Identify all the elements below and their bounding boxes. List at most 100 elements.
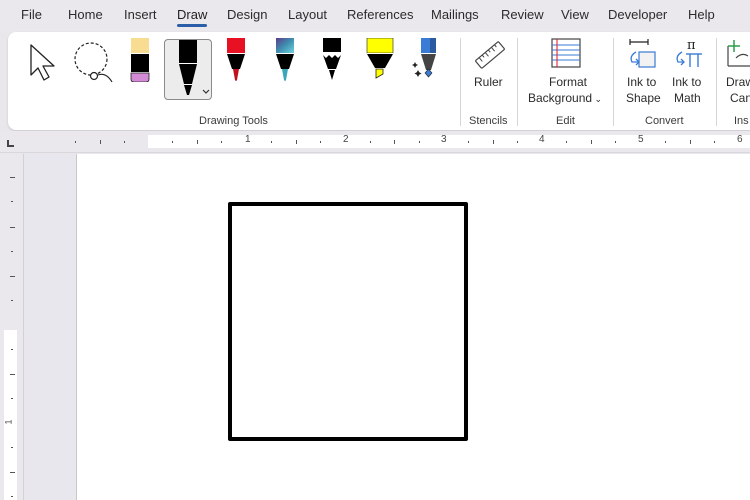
ruler-button[interactable]: Ruler	[470, 38, 510, 94]
ink-to-math-label-1: Ink to	[672, 75, 702, 89]
ruler-label: Ruler	[474, 75, 503, 89]
group-label-stencils: Stencils	[469, 115, 508, 127]
ruler-tick	[11, 349, 13, 350]
ruler-tick	[517, 141, 518, 143]
ruler-text-area	[4, 330, 17, 500]
tab-view[interactable]: View	[561, 7, 589, 22]
black-pencil-icon	[323, 38, 341, 80]
action-pen-icon	[412, 38, 436, 78]
ruler-tick	[172, 141, 173, 143]
ruler-tick	[690, 140, 691, 144]
ruler-number: 1	[245, 134, 251, 145]
select-pointer-icon	[30, 44, 55, 81]
tab-draw[interactable]: Draw	[177, 7, 208, 27]
tab-file[interactable]: File	[21, 7, 42, 22]
drawing-canvas-icon	[727, 40, 750, 67]
drawing-canvas-label-2: Can	[730, 91, 750, 105]
format-background-label-2: Background ⌄	[528, 90, 602, 107]
ruler-tick	[370, 141, 371, 143]
group-separator	[613, 38, 614, 126]
svg-text:π: π	[687, 38, 696, 53]
ruler-number: 5	[638, 134, 644, 145]
ruler-tick	[394, 140, 395, 144]
ruler-tick	[665, 141, 666, 143]
ruler-tick	[493, 140, 494, 144]
group-separator	[716, 38, 717, 126]
tab-home[interactable]: Home	[68, 7, 103, 22]
group-label-drawing-tools: Drawing Tools	[199, 115, 268, 127]
vertical-ruler[interactable]: 1	[0, 154, 24, 500]
ruler-tick	[11, 496, 13, 497]
ruler-tick	[11, 251, 13, 252]
ribbon-draw: Drawing Tools Ruler Stencils Format Back…	[8, 32, 750, 130]
red-pen-icon	[227, 38, 245, 81]
ink-square-drawing[interactable]	[228, 202, 468, 441]
eraser-icon	[130, 38, 150, 82]
group-label-insert: Ins	[734, 115, 749, 127]
yellow-highlighter-icon	[366, 38, 394, 79]
ruler-tick	[320, 141, 321, 143]
pencil-button[interactable]	[322, 38, 342, 84]
tab-help[interactable]: Help	[688, 7, 715, 22]
ruler-tick	[124, 141, 125, 143]
select-tool-button[interactable]	[28, 42, 60, 84]
ruler-tick	[615, 141, 616, 143]
page-margin-gutter	[24, 154, 77, 500]
ruler-tick	[100, 140, 101, 144]
ribbon-tabs: File Home Insert Draw Design Layout Refe…	[0, 0, 750, 32]
ink-to-math-button[interactable]: π Ink to Math	[668, 38, 708, 108]
drawing-canvas-button[interactable]: Draw Can	[724, 38, 750, 108]
ink-to-shape-button[interactable]: Ink to Shape	[622, 38, 662, 108]
galaxy-pen-icon	[276, 38, 294, 81]
ruler-tick	[10, 374, 15, 375]
highlighter-button[interactable]	[366, 38, 394, 84]
galaxy-pen-button[interactable]	[275, 38, 295, 84]
ruler-number: 6	[737, 134, 743, 145]
tab-stop-selector[interactable]	[7, 140, 14, 147]
group-label-edit: Edit	[556, 115, 575, 127]
ink-to-shape-label-1: Ink to	[627, 75, 657, 89]
drawing-canvas-label-1: Draw	[726, 75, 750, 89]
ruler-tick	[11, 201, 13, 202]
ruler-tick	[591, 140, 592, 144]
eraser-button[interactable]	[130, 38, 150, 82]
format-background-label-1: Format	[549, 75, 588, 89]
action-pen-button[interactable]	[412, 38, 440, 84]
ruler-number: 4	[539, 134, 545, 145]
lasso-select-button[interactable]	[72, 42, 116, 86]
ruler-tick	[75, 141, 76, 143]
ruler-tick	[221, 141, 222, 143]
ruler-icon	[475, 41, 505, 69]
ruler-tick	[11, 447, 13, 448]
ruler-text-area	[148, 135, 750, 148]
red-pen-button[interactable]	[226, 38, 246, 84]
black-pen-button[interactable]	[164, 39, 212, 100]
chevron-down-icon	[202, 89, 210, 94]
tab-developer[interactable]: Developer	[608, 7, 667, 22]
ruler-number: 2	[343, 134, 349, 145]
ruler-tick	[419, 141, 420, 143]
ruler-tick	[10, 227, 15, 228]
ink-to-math-label-2: Math	[674, 91, 701, 105]
tab-references[interactable]: References	[347, 7, 413, 22]
ruler-tick	[11, 300, 13, 301]
ruler-tick	[468, 141, 469, 143]
ruler-tick	[566, 141, 567, 143]
ruler-tick	[296, 140, 297, 144]
tab-review[interactable]: Review	[501, 7, 544, 22]
black-pen-icon	[179, 40, 210, 95]
ruler-tick	[10, 177, 15, 178]
tab-design[interactable]: Design	[227, 7, 267, 22]
tab-insert[interactable]: Insert	[124, 7, 157, 22]
ruler-tick	[10, 276, 15, 277]
ruler-number: 3	[441, 134, 447, 145]
ruler-number: 1	[3, 419, 14, 425]
group-separator	[517, 38, 518, 126]
tab-mailings[interactable]: Mailings	[431, 7, 479, 22]
format-background-button[interactable]: Format Background ⌄	[526, 38, 606, 108]
ink-to-shape-label-2: Shape	[626, 91, 661, 105]
tab-layout[interactable]: Layout	[288, 7, 327, 22]
format-background-text: Background	[528, 91, 593, 105]
lasso-select-icon	[74, 42, 113, 83]
horizontal-ruler[interactable]: 1 2 3 4 5 6	[0, 131, 750, 153]
